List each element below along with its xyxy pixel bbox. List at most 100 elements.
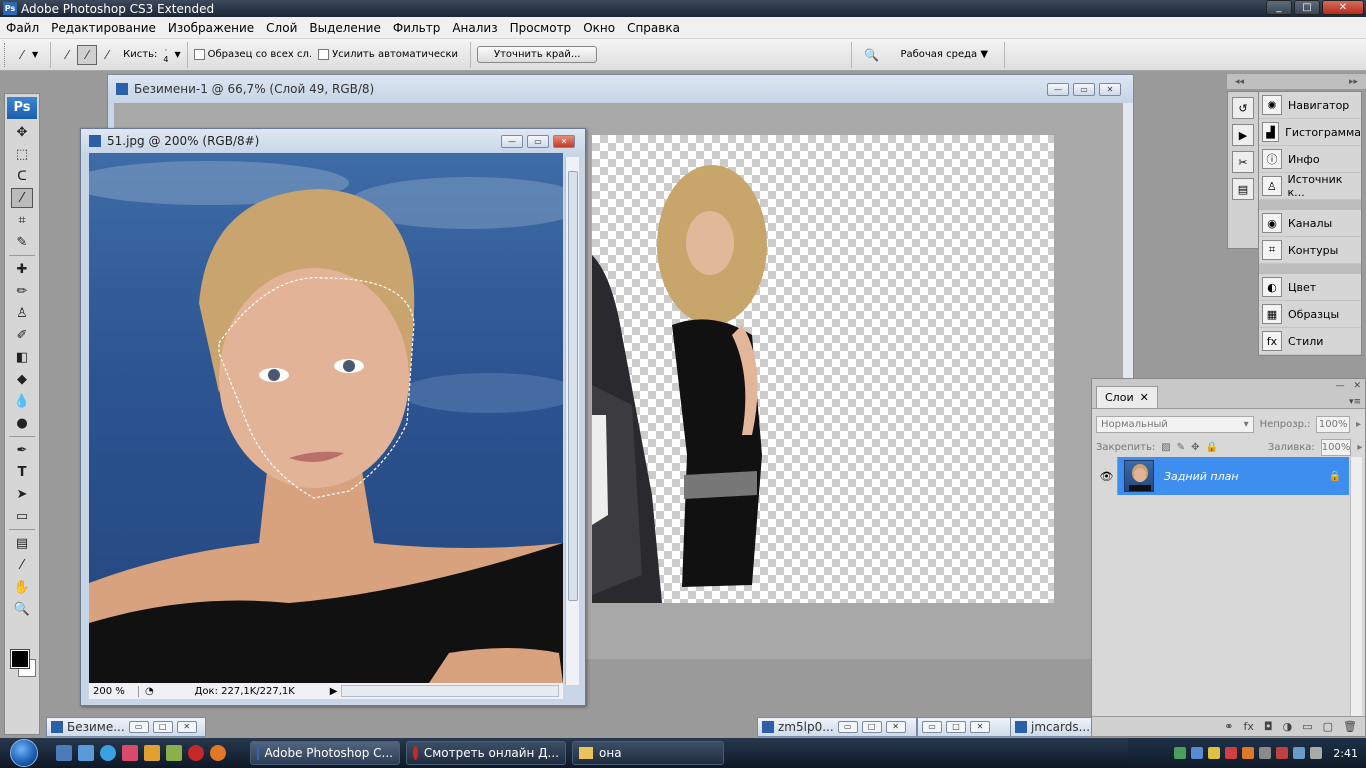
history-brush-icon[interactable]: ✐ xyxy=(11,325,33,345)
lasso-tool-icon[interactable]: ᑕ xyxy=(11,166,33,186)
notes-tool-icon[interactable]: ▤ xyxy=(11,533,33,553)
status-menu-icon[interactable]: ◔ xyxy=(145,686,154,697)
doc-minimize-button[interactable]: — xyxy=(501,135,523,148)
brush-dropdown-icon[interactable]: ▼ xyxy=(174,50,180,59)
lock-pixels-icon[interactable]: ✎ xyxy=(1177,442,1185,453)
shape-tool-icon[interactable]: ▭ xyxy=(11,506,33,526)
menu-image[interactable]: Изображение xyxy=(162,21,260,35)
fill-slider-arrow-icon[interactable]: ▸ xyxy=(1357,442,1362,453)
maximize-button[interactable]: □ xyxy=(861,721,882,733)
fill-input[interactable]: 100% xyxy=(1320,439,1352,456)
doc-minimize-button[interactable]: — xyxy=(1047,83,1069,96)
doc-maximize-button[interactable]: ▭ xyxy=(1073,83,1095,96)
maximize-button[interactable]: □ xyxy=(946,721,966,733)
utility-icon[interactable] xyxy=(166,745,182,761)
sample-all-checkbox[interactable] xyxy=(193,49,205,60)
slice-tool-icon[interactable]: ✎ xyxy=(11,232,33,252)
hand-tool-icon[interactable]: ✋ xyxy=(11,577,33,597)
refine-edge-button[interactable]: Уточнить край... xyxy=(477,46,598,63)
language-icon[interactable] xyxy=(1259,747,1272,759)
panel-clone-source[interactable]: ♙ Источник к... xyxy=(1259,173,1361,200)
network-icon[interactable] xyxy=(1174,747,1187,759)
move-tool-icon[interactable]: ✥ xyxy=(11,122,33,142)
layer-name[interactable]: Задний план xyxy=(1164,470,1325,483)
path-selection-icon[interactable]: ➤ xyxy=(11,484,33,504)
maximize-button[interactable]: □ xyxy=(152,721,173,733)
eyedropper-tool-icon[interactable]: ⁄ xyxy=(11,555,33,575)
panel-histogram[interactable]: ▟ Гистограмма xyxy=(1259,119,1361,146)
menu-help[interactable]: Справка xyxy=(621,21,686,35)
menu-select[interactable]: Выделение xyxy=(303,21,386,35)
panel-channels[interactable]: ◉ Каналы xyxy=(1259,210,1361,237)
start-button[interactable] xyxy=(0,738,48,768)
status-arrow-icon[interactable]: ▶ xyxy=(330,686,338,697)
menu-layer[interactable]: Слой xyxy=(260,21,303,35)
panel-minimize-icon[interactable]: — xyxy=(1336,381,1345,391)
clone-stamp-icon[interactable]: ♙ xyxy=(11,303,33,323)
pen-tool-icon[interactable]: ✒ xyxy=(11,440,33,460)
link-layers-icon[interactable]: ⚭ xyxy=(1224,720,1233,733)
new-layer-icon[interactable]: ▢ xyxy=(1323,720,1333,733)
panel-color[interactable]: ◐ Цвет xyxy=(1259,274,1361,301)
panel-paths[interactable]: ⌗ Контуры xyxy=(1259,237,1361,264)
adjustment-layer-icon[interactable]: ◑ xyxy=(1283,720,1293,733)
menu-analysis[interactable]: Анализ xyxy=(446,21,503,35)
layer-mask-icon[interactable]: ◘ xyxy=(1264,720,1273,733)
minimized-doc-hidden[interactable]: ▭ □ ✕ xyxy=(917,717,1017,737)
marquee-tool-icon[interactable]: ⬚ xyxy=(11,144,33,164)
workspace-button[interactable]: Рабочая среда ▼ xyxy=(900,49,988,60)
eraser-tool-icon[interactable]: ◧ xyxy=(11,347,33,367)
zoom-level[interactable]: 200 % xyxy=(89,685,139,697)
subtract-selection-icon[interactable]: ⁄ xyxy=(97,45,117,65)
delete-layer-icon[interactable]: 🗑 xyxy=(1343,720,1357,733)
restore-button[interactable]: ▭ xyxy=(837,721,858,733)
restore-button[interactable]: ▭ xyxy=(922,721,942,733)
doc-close-button[interactable]: ✕ xyxy=(1099,83,1121,96)
auto-enhance-checkbox[interactable] xyxy=(318,49,330,60)
minimized-doc-3[interactable]: jmcards... xyxy=(1010,717,1092,737)
foreground-color-swatch[interactable] xyxy=(10,649,30,669)
tab-layers[interactable]: Слои ✕ xyxy=(1096,386,1158,408)
panel-navigator[interactable]: ✺ Навигатор xyxy=(1259,92,1361,119)
show-desktop-icon[interactable] xyxy=(56,745,72,761)
dodge-tool-icon[interactable]: ● xyxy=(11,413,33,433)
document-title-bar[interactable]: Безимени-1 @ 66,7% (Слой 49, RGB/8) xyxy=(108,75,1133,103)
panel-menu-icon[interactable]: ▾≡ xyxy=(1336,397,1361,407)
panel-close-icon[interactable]: ✕ xyxy=(1353,381,1361,391)
auto-enhance[interactable]: Усилить автоматически xyxy=(318,49,458,60)
transparent-canvas[interactable] xyxy=(592,135,1054,603)
tray-app-icon[interactable] xyxy=(1191,747,1204,759)
healing-brush-icon[interactable]: ✚ xyxy=(11,259,33,279)
tool-presets-icon[interactable]: ✂ xyxy=(1232,151,1254,173)
doc-maximize-button[interactable]: ▭ xyxy=(527,135,549,148)
lock-transparency-icon[interactable]: ▨ xyxy=(1161,442,1170,453)
doc-close-button[interactable]: ✕ xyxy=(553,135,575,148)
new-group-icon[interactable]: ▭ xyxy=(1302,720,1312,733)
history-icon[interactable]: ↺ xyxy=(1232,97,1254,119)
close-button[interactable]: ✕ xyxy=(1322,0,1364,15)
tray-app-icon[interactable] xyxy=(1310,747,1323,759)
tool-preset-icon[interactable]: ⁄ xyxy=(12,45,32,65)
opacity-input[interactable]: 100% xyxy=(1316,416,1350,433)
minimized-doc-2[interactable]: zm5lp0... ▭ □ ✕ xyxy=(757,717,917,737)
tray-app-icon[interactable] xyxy=(1225,747,1238,759)
add-to-selection-icon[interactable]: ⁄ xyxy=(77,44,98,65)
tool-preset-dropdown-icon[interactable]: ▼ xyxy=(32,50,38,59)
tray-app-icon[interactable] xyxy=(1208,747,1221,759)
horizontal-scrollbar[interactable] xyxy=(341,685,559,697)
menu-filter[interactable]: Фильтр xyxy=(387,21,446,35)
expand-dock-icon[interactable]: ▸▸ xyxy=(1349,77,1358,87)
internet-explorer-icon[interactable] xyxy=(100,745,116,761)
crop-tool-icon[interactable]: ⌗ xyxy=(11,210,33,230)
paint-bucket-icon[interactable]: ◆ xyxy=(11,369,33,389)
close-button[interactable]: ✕ xyxy=(885,721,906,733)
menu-file[interactable]: Файл xyxy=(0,21,45,35)
close-tab-icon[interactable]: ✕ xyxy=(1140,391,1149,404)
sample-all-layers[interactable]: Образец со всех сл. xyxy=(193,49,312,60)
mail-icon[interactable] xyxy=(210,745,226,761)
tray-app-icon[interactable] xyxy=(1242,747,1255,759)
collapse-dock-icon[interactable]: ◂◂ xyxy=(1235,77,1244,87)
type-tool-icon[interactable]: T xyxy=(11,462,33,482)
brush-size-picker[interactable]: · 4 xyxy=(163,46,168,64)
blur-tool-icon[interactable]: 💧 xyxy=(11,391,33,411)
